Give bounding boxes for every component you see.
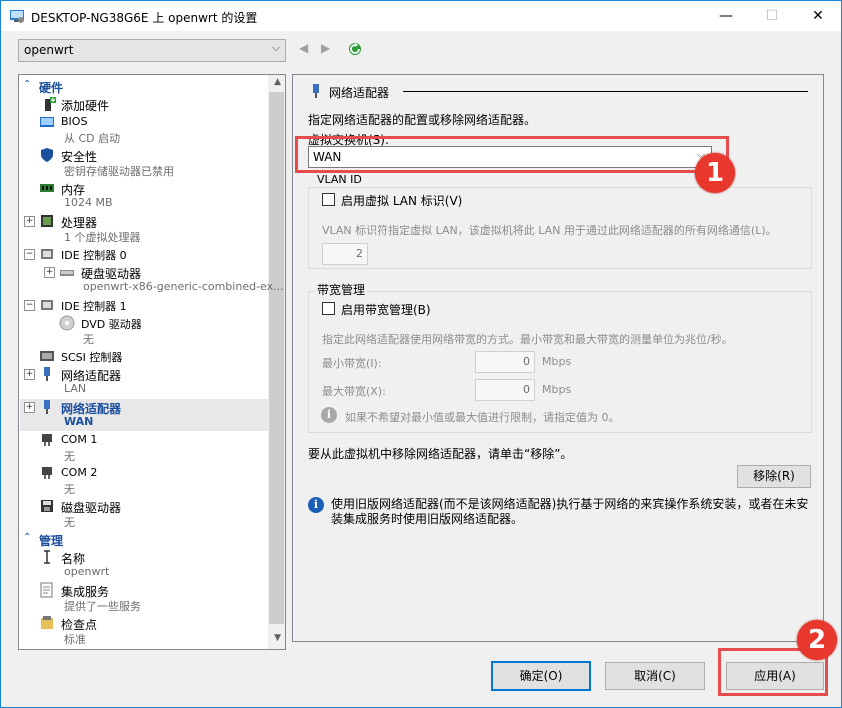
- hard-disk-icon: [60, 270, 74, 276]
- com-port-icon: [42, 467, 52, 479]
- panel-title: 网络适配器: [329, 86, 390, 100]
- expand-icon[interactable]: +: [44, 267, 55, 278]
- dvd-icon: [59, 315, 75, 331]
- max-bandwidth-label: 最大带宽(X):: [322, 385, 386, 398]
- settings-tree[interactable]: ▲ ▼ ⌃ 硬件 添加硬件 BIOS 从 CD 启动 安全性 密钥存储驱动器已禁…: [18, 74, 286, 650]
- max-bandwidth-input[interactable]: 0: [475, 379, 535, 401]
- remove-description: 要从此虚拟机中移除网络适配器，请单击“移除”。: [308, 447, 573, 461]
- settings-window: DESKTOP-NG38G6E 上 openwrt 的设置 — ☐ ✕ open…: [0, 0, 842, 708]
- network-adapter-icon: [313, 84, 319, 98]
- expand-icon[interactable]: +: [24, 402, 35, 413]
- vlan-group-title: VLAN ID: [315, 173, 364, 186]
- title-bar: DESKTOP-NG38G6E 上 openwrt 的设置 — ☐ ✕: [1, 1, 841, 31]
- ide-controller-icon: [41, 249, 53, 259]
- info-icon: i: [308, 497, 324, 513]
- minimize-button[interactable]: —: [703, 1, 749, 31]
- floppy-disk-icon: [41, 500, 53, 512]
- tree-item-add-hardware[interactable]: 添加硬件: [61, 97, 109, 114]
- min-bandwidth-input[interactable]: 0: [475, 351, 535, 373]
- bandwidth-note: 如果不希望对最小值或最大值进行限制，请指定值为 0。: [345, 411, 620, 424]
- network-adapter-icon: [44, 367, 50, 381]
- vm-selector[interactable]: openwrt ⌵: [18, 39, 286, 62]
- scroll-up-icon[interactable]: ▲: [274, 77, 281, 87]
- network-adapter-icon: [44, 400, 50, 414]
- bandwidth-hint: 指定此网络适配器使用网络带宽的方式。最小带宽和最大带宽的测量单位为兆位/秒。: [322, 333, 733, 346]
- annotation-badge-1: 1: [695, 153, 735, 193]
- tree-item-ide1[interactable]: IDE 控制器 1: [61, 298, 127, 314]
- hyperv-settings-icon: [10, 10, 24, 23]
- scsi-icon: [40, 351, 54, 361]
- max-bandwidth-unit: Mbps: [542, 383, 572, 396]
- collapse-node-icon[interactable]: −: [24, 249, 35, 260]
- min-bandwidth-unit: Mbps: [542, 355, 572, 368]
- back-icon[interactable]: ◀: [299, 41, 308, 55]
- collapse-icon[interactable]: ⌃: [23, 79, 31, 90]
- hardware-header: 硬件: [39, 81, 64, 95]
- scroll-down-icon[interactable]: ▼: [274, 633, 281, 643]
- vlan-checkbox[interactable]: [322, 193, 335, 206]
- highlight-box-switch: [295, 136, 729, 173]
- bandwidth-checkbox-label[interactable]: 启用带宽管理(B): [341, 301, 431, 318]
- close-button[interactable]: ✕: [795, 1, 841, 31]
- name-icon: [44, 550, 50, 564]
- scrollbar-thumb[interactable]: [269, 92, 284, 624]
- memory-icon: [40, 184, 54, 192]
- ok-button[interactable]: 确定(O): [491, 661, 591, 691]
- dvd-sub: 无: [83, 333, 94, 346]
- legacy-adapter-info: 使用旧版网络适配器(而不是该网络适配器)执行基于网络的来宾操作系统安装，或者在未…: [331, 497, 809, 526]
- vlan-hint: VLAN 标识符指定虚拟 LAN，该虚拟机将此 LAN 用于通过此网络适配器的所…: [322, 224, 777, 237]
- forward-icon[interactable]: ▶: [321, 41, 330, 55]
- title-rule: [403, 91, 808, 92]
- add-hardware-icon: [45, 97, 56, 111]
- processor-sub: 1 个虚拟处理器: [64, 231, 141, 244]
- min-bandwidth-label: 最小带宽(I):: [322, 357, 382, 370]
- selected-row-highlight: [20, 399, 268, 431]
- vlan-checkbox-label[interactable]: 启用虚拟 LAN 标识(V): [341, 192, 462, 209]
- com1-sub: 无: [64, 450, 75, 463]
- tree-item-ide0[interactable]: IDE 控制器 0: [61, 247, 127, 263]
- panel-description: 指定网络适配器的配置或移除网络适配器。: [308, 113, 537, 127]
- ide-controller-icon: [41, 300, 53, 310]
- maximize-button[interactable]: ☐: [749, 1, 795, 31]
- com2-sub: 无: [64, 483, 75, 496]
- cancel-button[interactable]: 取消(C): [605, 662, 705, 690]
- annotation-badge-2: 2: [797, 620, 837, 660]
- remove-button[interactable]: 移除(R): [737, 465, 811, 488]
- checkpoint-icon: [41, 616, 53, 629]
- expand-icon[interactable]: +: [24, 216, 35, 227]
- tree-scrollbar[interactable]: ▲ ▼: [268, 75, 285, 649]
- collapse-node-icon[interactable]: −: [24, 300, 35, 311]
- vlan-id-input[interactable]: 2: [322, 243, 368, 265]
- expand-icon[interactable]: +: [24, 369, 35, 380]
- hard-disk-sub: openwrt-x86-generic-combined-ex...: [83, 280, 284, 293]
- refresh-icon[interactable]: [347, 41, 363, 57]
- vm-selector-value: openwrt: [24, 43, 74, 57]
- security-sub: 密钥存储驱动器已禁用: [64, 165, 174, 178]
- nic-wan-sub: WAN: [64, 415, 94, 428]
- name-sub: openwrt: [64, 565, 110, 578]
- bandwidth-group-title: 带宽管理: [315, 281, 368, 298]
- tree-item-scsi[interactable]: SCSI 控制器: [61, 349, 122, 365]
- memory-sub: 1024 MB: [64, 196, 113, 209]
- com-port-icon: [42, 434, 52, 446]
- shield-icon: [41, 148, 53, 162]
- bios-icon: [40, 117, 54, 127]
- tree-item-com1[interactable]: COM 1: [61, 433, 97, 446]
- chevron-down-icon: ⌵: [271, 41, 280, 54]
- tree-item-dvd[interactable]: DVD 驱动器: [81, 316, 142, 332]
- tree-item-com2[interactable]: COM 2: [61, 466, 97, 479]
- bios-sub: 从 CD 启动: [64, 132, 121, 145]
- integration-services-sub: 提供了一些服务: [64, 600, 141, 613]
- nic-lan-sub: LAN: [64, 382, 87, 395]
- info-icon: i: [321, 407, 337, 423]
- collapse-icon[interactable]: ⌃: [23, 532, 31, 543]
- diskette-sub: 无: [64, 516, 75, 529]
- tree-item-bios[interactable]: BIOS: [61, 115, 87, 128]
- window-title: DESKTOP-NG38G6E 上 openwrt 的设置: [31, 11, 258, 25]
- management-header: 管理: [39, 534, 64, 548]
- integration-services-icon: [40, 582, 53, 598]
- processor-icon: [41, 215, 53, 227]
- bandwidth-checkbox[interactable]: [322, 302, 335, 315]
- checkpoints-sub: 标准: [64, 633, 86, 646]
